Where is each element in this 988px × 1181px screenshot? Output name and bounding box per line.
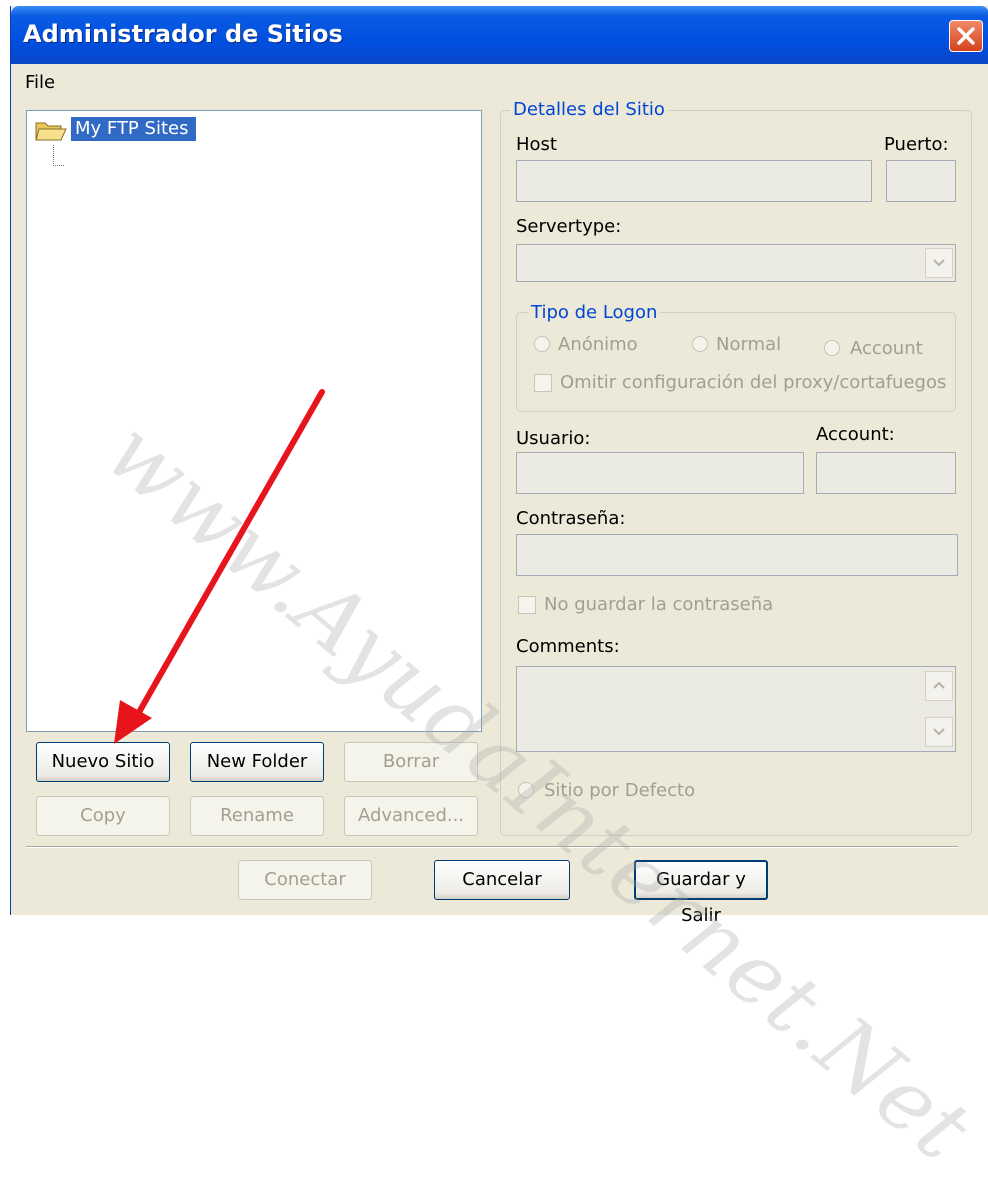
password-input[interactable]: [516, 534, 958, 576]
bypass-proxy-label: Omitir configuración del proxy/cortafueg…: [560, 372, 947, 393]
window-title: Administrador de Sitios: [23, 20, 343, 48]
close-icon: [957, 27, 975, 45]
anonymous-radio[interactable]: [534, 336, 550, 352]
title-bar: Administrador de Sitios: [11, 6, 988, 64]
new-site-button[interactable]: Nuevo Sitio: [36, 742, 170, 782]
servertype-select[interactable]: [516, 244, 956, 282]
port-input[interactable]: [886, 160, 956, 202]
bypass-proxy-checkbox[interactable]: [534, 374, 552, 392]
cancel-button[interactable]: Cancelar: [434, 860, 570, 900]
normal-radio[interactable]: [692, 336, 708, 352]
normal-label: Normal: [716, 334, 782, 355]
dont-save-password-checkbox[interactable]: [518, 596, 536, 614]
close-button[interactable]: [949, 20, 983, 52]
account-input[interactable]: [816, 452, 956, 494]
default-site-radio[interactable]: [518, 782, 534, 798]
delete-button[interactable]: Borrar: [344, 742, 478, 782]
port-label: Puerto:: [884, 134, 949, 155]
site-details-legend: Detalles del Sitio: [510, 99, 668, 120]
new-folder-button[interactable]: New Folder: [190, 742, 324, 782]
scroll-up-button[interactable]: [925, 671, 953, 701]
logon-type-group: [516, 312, 956, 412]
account-radio-label: Account: [850, 338, 923, 359]
scroll-down-button[interactable]: [925, 717, 953, 747]
comments-label: Comments:: [516, 636, 620, 657]
user-label: Usuario:: [516, 428, 591, 449]
copy-button[interactable]: Copy: [36, 796, 170, 836]
rename-button[interactable]: Rename: [190, 796, 324, 836]
logon-type-legend: Tipo de Logon: [528, 302, 661, 323]
menu-bar: File: [11, 64, 988, 98]
host-label: Host: [516, 134, 557, 155]
folder-open-icon: [35, 122, 67, 141]
save-and-exit-button[interactable]: Guardar y Salir: [634, 860, 768, 926]
servertype-label: Servertype:: [516, 216, 622, 237]
servertype-dropdown-button[interactable]: [925, 248, 953, 278]
account-label: Account:: [816, 424, 895, 445]
connect-button[interactable]: Conectar: [238, 860, 372, 900]
dont-save-password-label: No guardar la contraseña: [544, 594, 774, 615]
menu-file[interactable]: File: [25, 72, 55, 93]
tree-connector: [53, 145, 64, 166]
comments-textarea[interactable]: [516, 666, 956, 752]
password-label: Contraseña:: [516, 508, 626, 529]
default-site-label: Sitio por Defecto: [544, 780, 696, 801]
chevron-up-icon: [933, 681, 945, 689]
tree-item-label: My FTP Sites: [71, 117, 197, 141]
user-input[interactable]: [516, 452, 804, 494]
account-radio[interactable]: [824, 340, 840, 356]
chevron-down-icon: [933, 728, 945, 736]
divider: [26, 846, 958, 848]
advanced-button[interactable]: Advanced...: [344, 796, 478, 836]
anonymous-label: Anónimo: [558, 334, 638, 355]
chevron-down-icon: [933, 259, 945, 267]
site-tree[interactable]: My FTP Sites: [26, 110, 482, 732]
host-input[interactable]: [516, 160, 872, 202]
